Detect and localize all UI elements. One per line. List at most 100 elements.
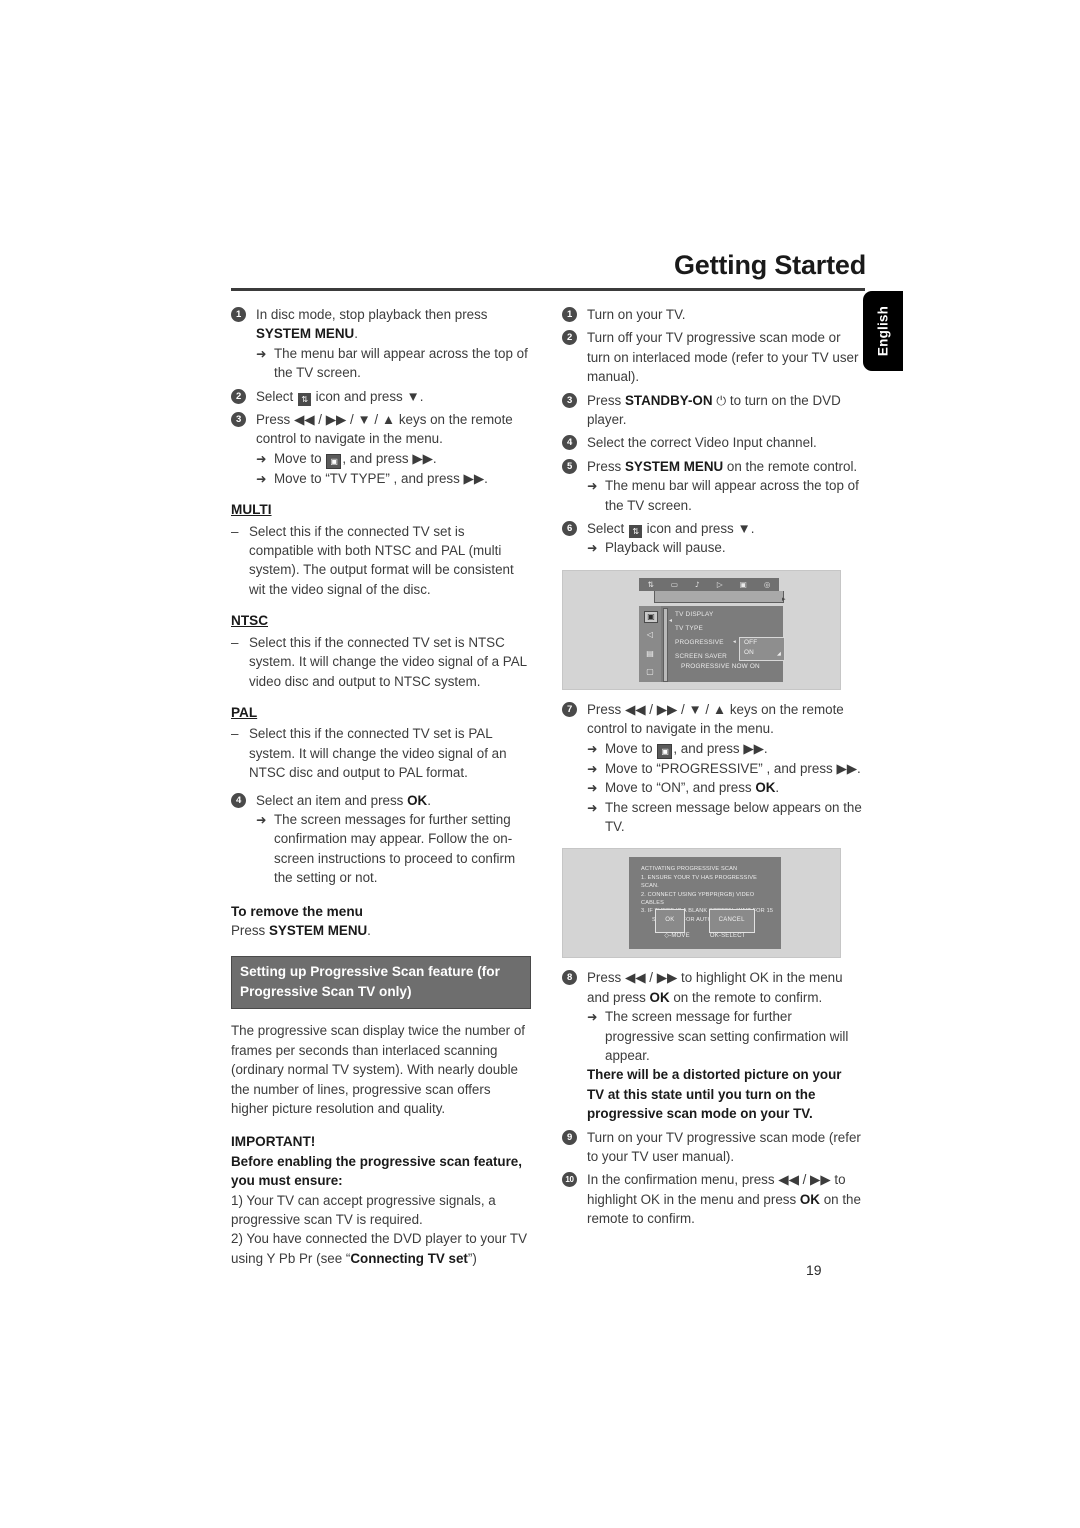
step-text: Turn off your TV progressive scan mode o… (587, 330, 859, 385)
step-number: 6 (562, 521, 577, 537)
arrow-right-icon: ➜ (587, 540, 598, 556)
step-text: Turn on your TV. (587, 307, 686, 322)
osd-option-off[interactable]: OFF (740, 638, 784, 648)
osd-item-tv-display[interactable]: TV DISPLAY (675, 610, 779, 619)
step-l3-bullet-2: ➜ Move to “TV TYPE” , and press ▶▶. (256, 469, 531, 488)
osd-panel: ▣ ◁ ▤ ▢ ◂ TV DISPLAY TV TYPE PROGRESSIVE… (639, 605, 785, 682)
step-text-tail: . (427, 792, 431, 808)
section-banner: Setting up Progressive Scan feature (for… (231, 956, 531, 1010)
arrow-right-icon: ➜ (256, 811, 267, 827)
language-tab: English (863, 291, 903, 371)
tv-display-icon: ▣ (657, 743, 673, 759)
step-r2: 2 Turn off your TV progressive scan mode… (562, 328, 862, 386)
multi-text: Select this if the connected TV set is c… (249, 523, 514, 597)
manual-page: Getting Started English 1 In disc mode, … (0, 0, 1080, 1528)
osd-left-rail: ▣ ◁ ▤ ▢ (639, 605, 661, 682)
arrow-right-icon: ➜ (256, 450, 267, 466)
arrow-right-icon: ➜ (587, 780, 598, 796)
arrow-right-icon: ➜ (587, 740, 598, 756)
step-text-tail: icon and press ▼. (642, 521, 755, 537)
bullet-text: The menu bar will appear across the top … (274, 345, 528, 381)
step-r4: 4 Select the correct Video Input channel… (562, 433, 862, 452)
multi-heading: MULTI (231, 502, 272, 518)
step-text: Select the correct Video Input channel. (587, 435, 817, 451)
step-number: 9 (562, 1129, 577, 1145)
step-l4: 4 Select an item and press OK. ➜ The scr… (231, 791, 531, 888)
multi-body: – Select this if the connected TV set is… (231, 522, 531, 600)
step-r3: 3 Press STANDBY-ON ⏻ to turn on the DVD … (562, 391, 862, 430)
step-l1: 1 In disc mode, stop playback then press… (231, 305, 531, 383)
step-r8: 8 Press ◀◀ / ▶▶ to highlight OK in the m… (562, 968, 862, 1123)
osd-dialog-screenshot: ACTIVATING PROGRESSIVE SCAN 1. ENSURE YO… (562, 848, 841, 959)
progressive-intro: The progressive scan display twice the n… (231, 1023, 525, 1116)
step-r7-bullet-1: ➜ Move to ▣, and press ▶▶. (587, 739, 862, 759)
bullet-text: The menu bar will appear across the top … (605, 478, 859, 513)
step-text: Select (256, 388, 297, 404)
arrow-right-icon: ➜ (587, 799, 598, 815)
osd-item-tv-type[interactable]: TV TYPE (675, 624, 779, 633)
step-text: Press ◀◀ / ▶▶ / ▼ / ▲ keys on the remote… (256, 412, 513, 447)
arrow-right-icon: ➜ (587, 760, 598, 776)
left-column: 1 In disc mode, stop playback then press… (231, 305, 531, 1268)
ok-label: OK (407, 792, 428, 808)
step-text: Turn on your TV progressive scan mode (r… (587, 1129, 861, 1164)
header-divider (231, 288, 865, 291)
step-text-tail: on the remote control. (723, 458, 858, 474)
step-r7-bullet-3: ➜ Move to “ON”, and press OK. (587, 778, 862, 797)
ok-label: OK (755, 780, 776, 796)
sound-icon: ♪ (695, 579, 700, 589)
step-r7-bullet-4: ➜ The screen message below appears on th… (587, 798, 862, 837)
step-r6: 6 Select ⇅ icon and press ▼. ➜ Playback … (562, 519, 862, 558)
arrow-right-icon: ➜ (256, 345, 267, 361)
dialog-title: ACTIVATING PROGRESSIVE SCAN (641, 866, 738, 873)
connecting-tv-set-link[interactable]: Connecting TV set (350, 1251, 468, 1266)
step-l2: 2 Select ⇅ icon and press ▼. (231, 387, 531, 406)
bullet-text-tail: . (775, 780, 780, 796)
sound-icon: ◁ (646, 629, 654, 639)
hint-move: ◇-MOVE (664, 933, 690, 940)
step-number: 3 (231, 412, 246, 428)
remove-menu-body: Press SYSTEM MENU. (231, 921, 531, 940)
step-number: 3 (562, 392, 577, 408)
step-text: Select (587, 521, 628, 537)
osd-menubar: ⇅ ▭ ♪ ▷ ▣ ◎ (639, 577, 779, 591)
ntsc-text: Select this if the connected TV set is N… (249, 634, 527, 689)
bullet-text: The screen message below appears on the … (605, 799, 862, 834)
important-item-2: 2) You have connected the DVD player to … (231, 1229, 531, 1268)
settings-icon: ⇅ (297, 392, 311, 406)
important-subheading: Before enabling the progressive scan fea… (231, 1153, 522, 1189)
standby-on-label: STANDBY-ON (624, 392, 713, 408)
step-number: 2 (562, 330, 577, 346)
osd-menu-screenshot: ⇅ ▭ ♪ ▷ ▣ ◎ ▸ ▣ ◁ ▤ ▢ ◂ TV DISPLAY TV TY… (562, 569, 841, 690)
dialog-line-1: 1. ENSURE YOUR TV HAS PROGRESSIVE SCAN. (641, 874, 758, 890)
bullet-text: The screen message for further progressi… (605, 1009, 849, 1063)
osd-menubar-body (654, 590, 784, 603)
important-item-2-tail: ”) (467, 1250, 477, 1266)
ntsc-heading: NTSC (231, 613, 269, 629)
distorted-picture-warning: There will be a distorted picture on you… (587, 1067, 842, 1122)
step-number: 5 (562, 458, 577, 474)
step-r1: 1 Turn on your TV. (562, 305, 862, 324)
ok-label: OK (799, 1191, 820, 1207)
language-tab-label: English (875, 305, 891, 357)
step-number: 7 (562, 701, 577, 717)
step-number: 1 (562, 307, 577, 322)
system-menu-label: SYSTEM MENU (624, 458, 724, 474)
page-title: Getting Started (673, 250, 866, 280)
step-l3-bullet-1: ➜ Move to ▣, and press ▶▶. (256, 449, 531, 469)
remove-menu-text: Press (231, 922, 269, 938)
preference-icon: ◎ (763, 579, 771, 589)
step-number: 4 (562, 435, 577, 451)
lock-icon: ▢ (646, 666, 654, 676)
tv-display-icon: ▣ (326, 453, 342, 469)
pal-body: – Select this if the connected TV set is… (231, 724, 531, 782)
bullet-text: Move to (274, 450, 326, 466)
step-l1-bullet: ➜ The menu bar will appear across the to… (256, 344, 531, 383)
remove-menu-text-tail: . (367, 922, 371, 938)
step-text: In disc mode, stop playback then press (256, 307, 488, 322)
ntsc-body: – Select this if the connected TV set is… (231, 633, 531, 691)
dash-marker: – (231, 634, 239, 650)
important-heading: IMPORTANT! (231, 1134, 316, 1150)
bullet-text: Move to “TV TYPE” , and press ▶▶. (274, 470, 488, 486)
arrow-right-icon: ➜ (587, 478, 598, 494)
